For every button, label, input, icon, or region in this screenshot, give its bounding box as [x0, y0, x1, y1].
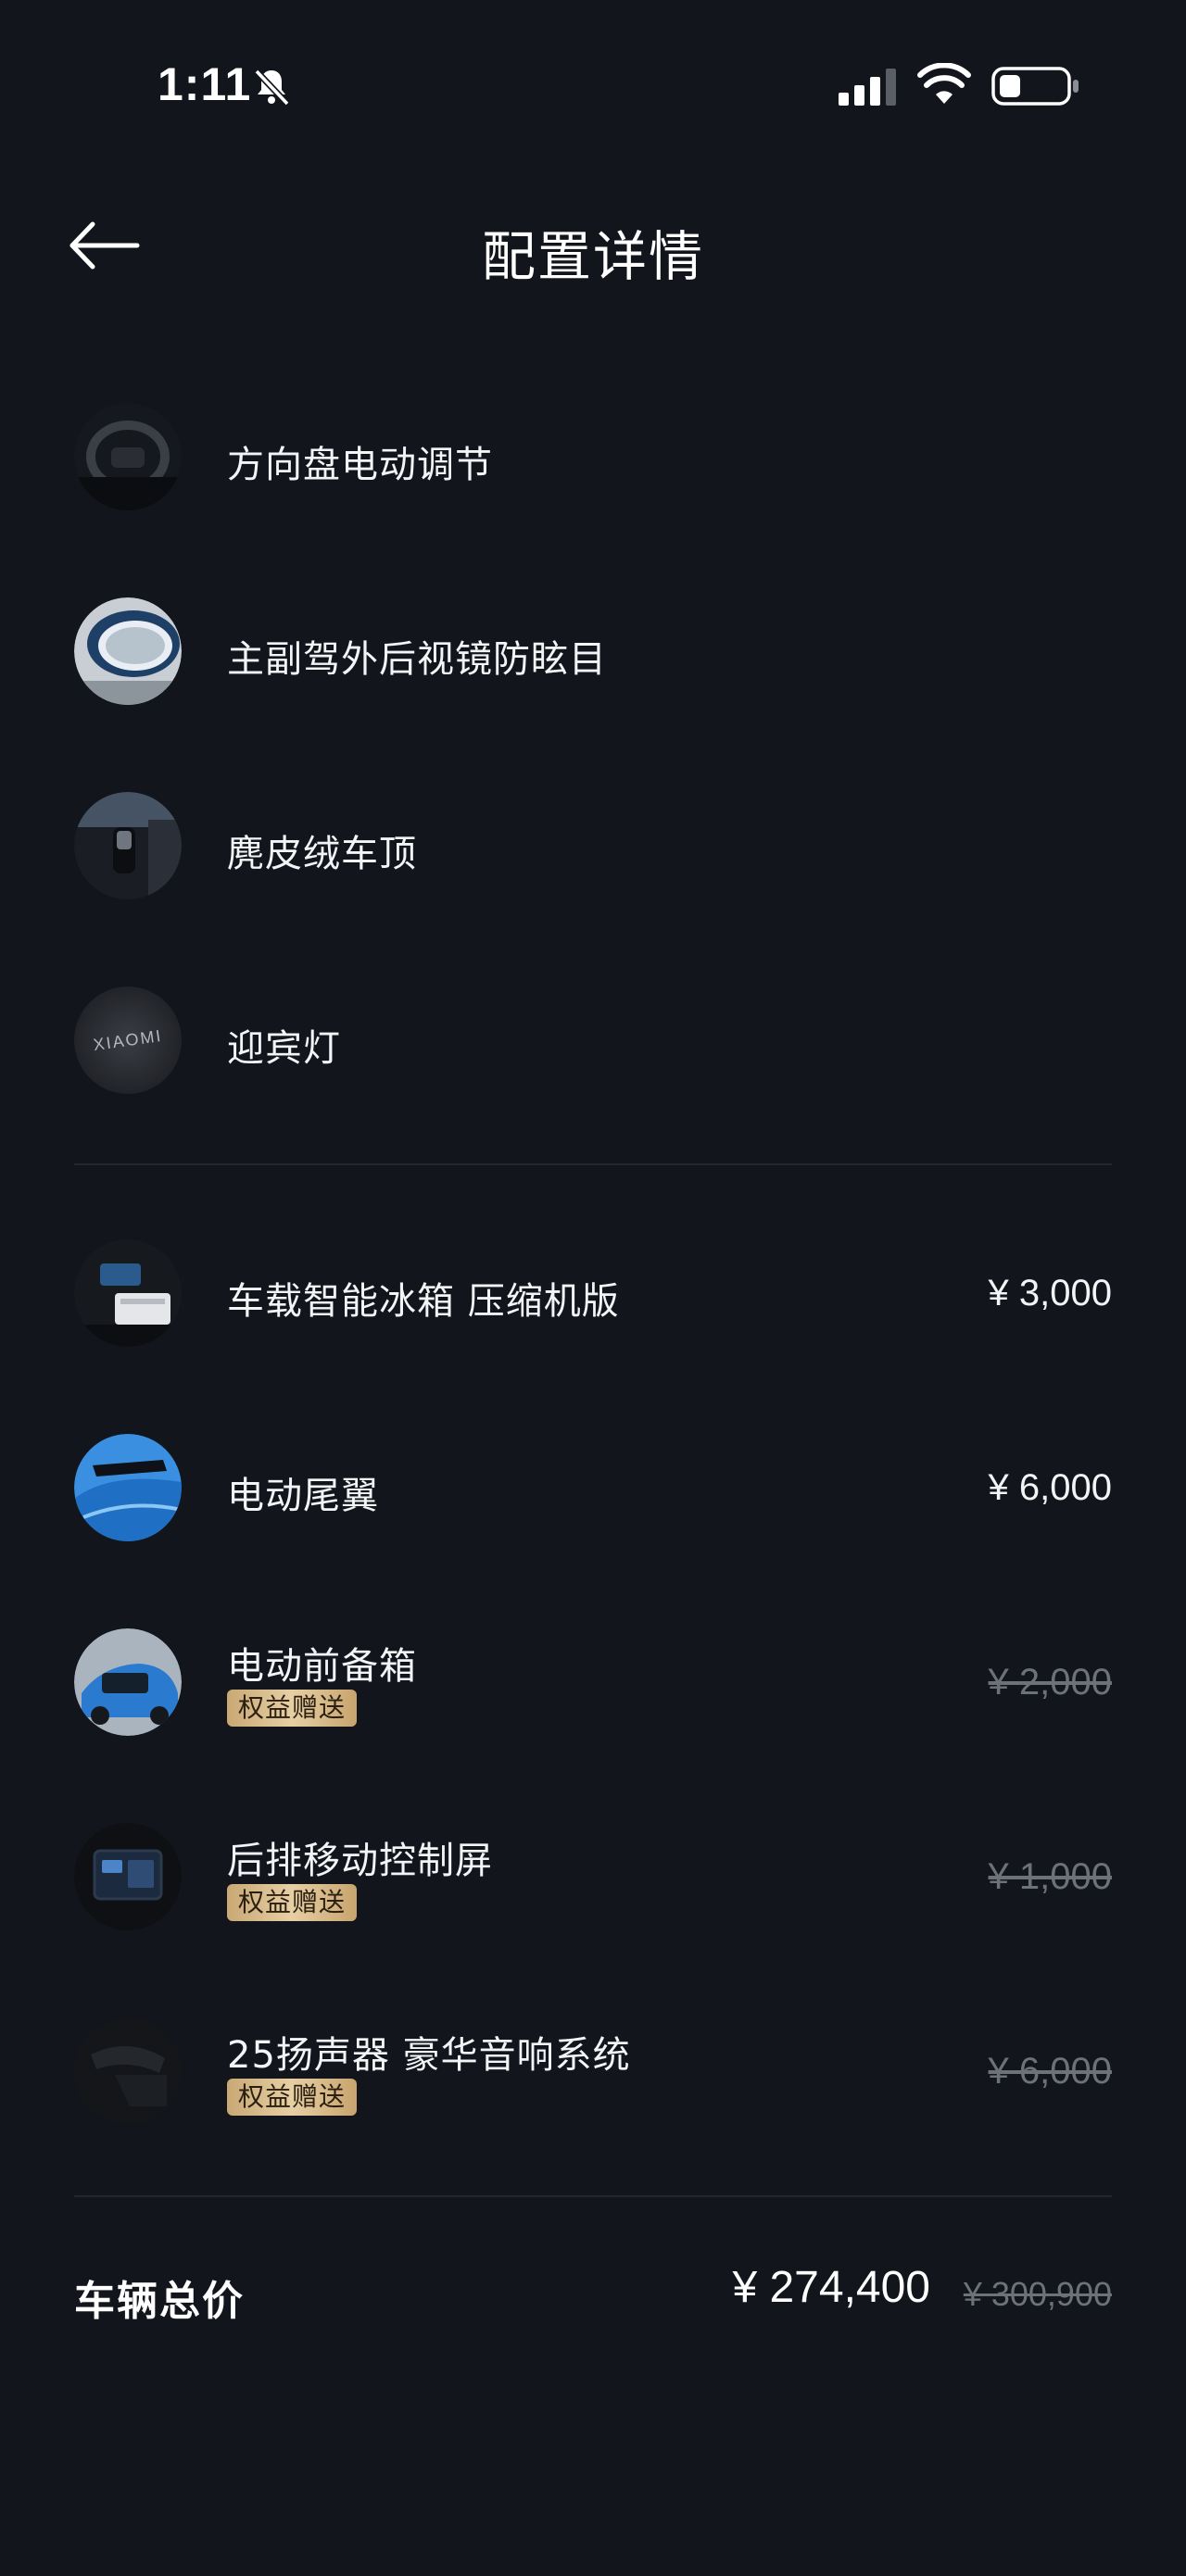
total-label: 车辆总价	[74, 2278, 245, 2325]
item-label: 25扬声器 豪华音响系统	[227, 2034, 631, 2077]
list-item[interactable]: 后排移动控制屏 权益赠送 ¥ 1,000	[74, 1823, 1112, 1934]
total-row: 车辆总价 ¥ 274,400 ¥ 300,900	[74, 2260, 1112, 2334]
gift-badge: 权益赠送	[227, 2079, 358, 2116]
side-mirror-thumbnail	[74, 597, 182, 705]
item-price-original: ¥ 1,000	[988, 1856, 1112, 1897]
list-item[interactable]: 电动前备箱 权益赠送 ¥ 2,000	[74, 1628, 1112, 1740]
gift-badge: 权益赠送	[227, 1690, 358, 1727]
section-divider	[74, 2195, 1112, 2197]
item-label: 后排移动控制屏	[227, 1840, 493, 1882]
suede-roof-thumbnail	[74, 792, 182, 899]
list-item[interactable]: XIAOMI 迎宾灯	[74, 986, 1112, 1098]
section-divider	[74, 1163, 1112, 1165]
item-label: 电动前备箱	[227, 1645, 417, 1688]
item-label: 主副驾外后视镜防眩目	[227, 638, 607, 681]
signal-icon	[839, 69, 896, 106]
list-item[interactable]: 25扬声器 豪华音响系统 权益赠送 ¥ 6,000	[74, 2017, 1112, 2129]
rear-screen-thumbnail	[74, 1823, 182, 1930]
total-price: ¥ 274,400	[732, 2263, 930, 2312]
list-item[interactable]: 麂皮绒车顶	[74, 792, 1112, 903]
fridge-thumbnail	[74, 1239, 182, 1347]
item-price-original: ¥ 2,000	[988, 1662, 1112, 1703]
item-label: 电动尾翼	[227, 1475, 379, 1517]
item-label: 方向盘电动调节	[227, 444, 493, 486]
page-title: 配置详情	[481, 225, 704, 288]
gift-badge: 权益赠送	[227, 1884, 358, 1921]
wifi-icon	[917, 63, 971, 104]
list-item[interactable]: 主副驾外后视镜防眩目	[74, 597, 1112, 709]
speaker-thumbnail	[74, 2017, 182, 2125]
item-price-original: ¥ 6,000	[988, 2051, 1112, 2092]
item-label: 麂皮绒车顶	[227, 833, 417, 875]
front-trunk-thumbnail	[74, 1628, 182, 1736]
list-item[interactable]: 电动尾翼 ¥ 6,000	[74, 1434, 1112, 1545]
status-time: 1:11	[158, 58, 252, 110]
status-bar: 1:11	[0, 0, 1186, 176]
list-item[interactable]: 方向盘电动调节	[74, 403, 1112, 514]
rear-spoiler-thumbnail	[74, 1434, 182, 1541]
item-price: ¥ 3,000	[988, 1273, 1112, 1313]
item-label: 车载智能冰箱 压缩机版	[227, 1280, 620, 1323]
list-item[interactable]: 车载智能冰箱 压缩机版 ¥ 3,000	[74, 1239, 1112, 1351]
item-price: ¥ 6,000	[988, 1467, 1112, 1508]
bell-off-icon	[254, 69, 290, 107]
welcome-light-thumbnail: XIAOMI	[74, 986, 182, 1094]
steering-wheel-thumbnail	[74, 403, 182, 510]
item-label: 迎宾灯	[227, 1027, 341, 1070]
header: 配置详情	[0, 185, 1186, 306]
battery-icon	[991, 67, 1079, 106]
total-original-price: ¥ 300,900	[963, 2275, 1112, 2313]
